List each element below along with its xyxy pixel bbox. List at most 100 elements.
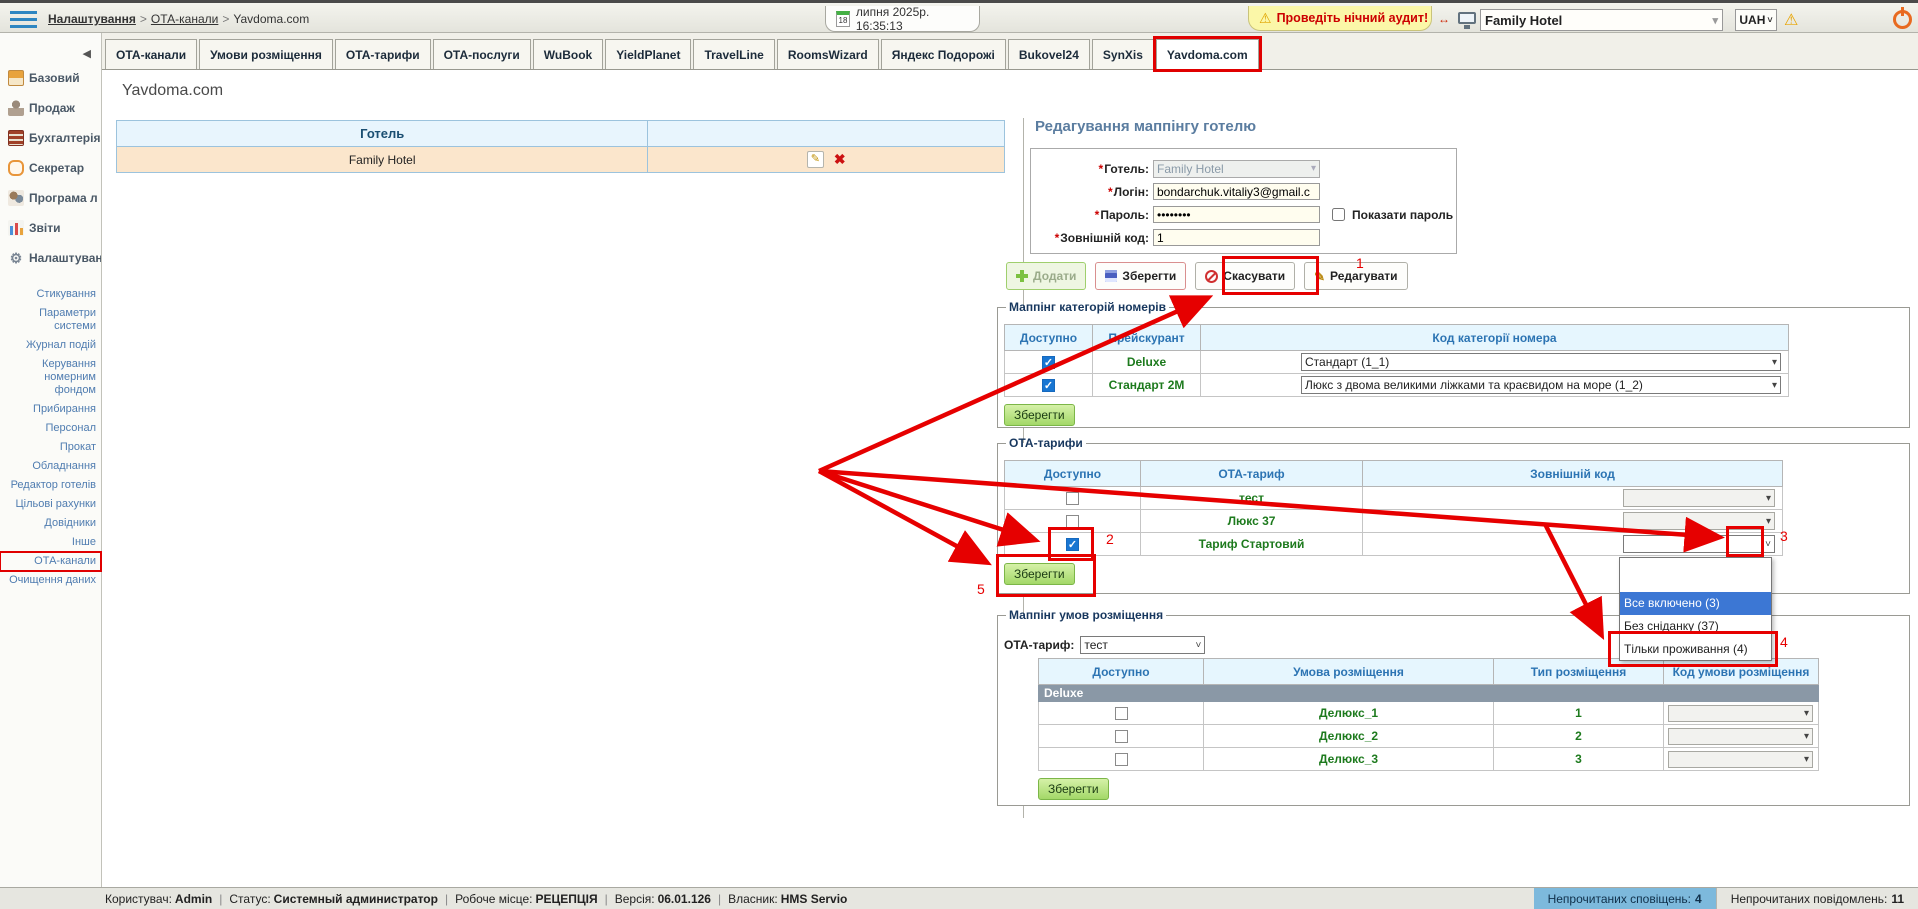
breadcrumb-ota-channels[interactable]: ОТА-канали xyxy=(151,12,218,26)
external-code-field[interactable] xyxy=(1153,229,1320,246)
available-checkbox[interactable] xyxy=(1042,379,1055,392)
show-password-label: Показати пароль xyxy=(1352,208,1453,222)
add-button[interactable]: Додати xyxy=(1006,262,1086,290)
sidebar-item-staff[interactable]: Персонал xyxy=(0,419,101,438)
save-placement-mapping-button[interactable]: Зберегти xyxy=(1038,778,1109,800)
breadcrumb-separator: > xyxy=(222,12,229,26)
sidebar-item-ota-channels[interactable]: ОТА-канали xyxy=(0,552,101,571)
status-version: Версія:06.01.126 xyxy=(615,892,721,906)
sidebar-item-other[interactable]: Інше xyxy=(0,533,101,552)
sidebar-item-room-fund[interactable]: Керування номерним фондом xyxy=(0,355,101,400)
house-icon xyxy=(8,70,24,86)
tab-wubook[interactable]: WuBook xyxy=(533,39,603,69)
tab-ota-tariffs[interactable]: ОТА-тарифи xyxy=(335,39,431,69)
available-checkbox[interactable] xyxy=(1066,538,1079,551)
tab-placement-terms[interactable]: Умови розміщення xyxy=(199,39,333,69)
placement-code-select[interactable]: ▾ xyxy=(1668,705,1813,722)
ota-tariffs-section: ОТА-тарифи Доступно ОТА-тариф Зовнішній … xyxy=(997,436,1910,594)
tab-bukovel24[interactable]: Bukovel24 xyxy=(1008,39,1090,69)
sync-arrows-icon[interactable]: ↔ xyxy=(1438,12,1450,26)
tab-ota-channels[interactable]: ОТА-канали xyxy=(105,39,197,69)
cancel-button[interactable]: Скасувати xyxy=(1195,262,1295,290)
currency-value: UAH xyxy=(1739,13,1765,27)
hotel-field-select[interactable]: Family Hotel ▾ xyxy=(1153,160,1320,178)
ledger-icon xyxy=(8,130,24,146)
table-row: Deluxe Стандарт (1_1)▾ xyxy=(1005,351,1789,374)
placement-term-column-header: Умова розміщення xyxy=(1204,659,1494,685)
room-code-select[interactable]: Стандарт (1_1)▾ xyxy=(1301,353,1781,371)
top-bar: Налаштування>ОТА-канали>Yavdoma.com 18 л… xyxy=(0,0,1918,33)
hotel-selector[interactable]: Family Hotel ▾ xyxy=(1480,9,1723,31)
save-room-mapping-button[interactable]: Зберегти xyxy=(1004,404,1075,426)
sidebar-module-basic[interactable]: Базовий xyxy=(0,63,101,93)
available-checkbox[interactable] xyxy=(1042,356,1055,369)
tab-yieldplanet[interactable]: YieldPlanet xyxy=(605,39,691,69)
unread-messages-badge[interactable]: Непрочитаних повідомлень:11 xyxy=(1716,888,1918,909)
ota-tariff-filter-select[interactable]: тест˅ xyxy=(1080,636,1205,654)
room-category-mapping-section: Маппінг категорій номерів Доступно Прейс… xyxy=(997,300,1910,428)
tariff-name: тест xyxy=(1141,487,1363,510)
available-checkbox[interactable] xyxy=(1115,707,1128,720)
external-code-select-open[interactable]: ˅ xyxy=(1623,535,1775,553)
sidebar-item-equipment[interactable]: Обладнання xyxy=(0,457,101,476)
save-button[interactable]: Зберегти xyxy=(1095,262,1186,290)
currency-selector[interactable]: UAH ˅ xyxy=(1735,9,1777,31)
sidebar-item-data-cleanup[interactable]: Очищення даних xyxy=(0,571,101,590)
sidebar-module-settings[interactable]: Налаштуван xyxy=(0,243,101,273)
sidebar-module-accounting[interactable]: Бухгалтерія xyxy=(0,123,101,153)
save-ota-tariffs-button[interactable]: Зберегти xyxy=(1004,563,1075,585)
warning-triangle-icon[interactable]: ⚠ xyxy=(1784,10,1798,30)
show-password-toggle[interactable]: Показати пароль xyxy=(1328,205,1453,224)
sidebar-module-secretary[interactable]: Секретар xyxy=(0,153,101,183)
tab-yandex-travel[interactable]: Яндекс Подорожі xyxy=(881,39,1006,69)
available-checkbox[interactable] xyxy=(1115,753,1128,766)
sidebar: ◀ Базовий Продаж Бухгалтерія Секретар Пр… xyxy=(0,33,102,887)
sidebar-item-target-accounts[interactable]: Цільові рахунки xyxy=(0,495,101,514)
sidebar-item-rental[interactable]: Прокат xyxy=(0,438,101,457)
external-code-select[interactable]: ▾ xyxy=(1623,512,1775,530)
sidebar-collapse-icon[interactable]: ◀ xyxy=(83,47,91,60)
sidebar-module-reports[interactable]: Звіти xyxy=(0,213,101,243)
sidebar-item-directories[interactable]: Довідники xyxy=(0,514,101,533)
pricelist-column-header: Прейскурант xyxy=(1093,325,1201,351)
placement-code-select[interactable]: ▾ xyxy=(1668,728,1813,745)
placement-code-select[interactable]: ▾ xyxy=(1668,751,1813,768)
login-field[interactable] xyxy=(1153,183,1320,200)
tab-ota-services[interactable]: ОТА-послуги xyxy=(433,39,531,69)
dropdown-option-all-inclusive[interactable]: Все включено (3) xyxy=(1620,592,1771,615)
room-category-mapping-legend: Маппінг категорій номерів xyxy=(1006,300,1169,314)
sidebar-item-docking[interactable]: Стикування xyxy=(0,285,101,304)
night-audit-warning[interactable]: ⚠ Проведіть нічний аудит! xyxy=(1248,6,1432,31)
delete-icon[interactable] xyxy=(834,151,846,168)
dropdown-option-no-breakfast[interactable]: Без сніданку (37) xyxy=(1620,615,1771,638)
hamburger-menu-icon[interactable] xyxy=(10,11,37,28)
date-time-display[interactable]: 18 липня 2025р. 16:35:13 xyxy=(825,6,980,32)
dropdown-option-blank[interactable] xyxy=(1620,558,1771,592)
available-checkbox[interactable] xyxy=(1066,492,1079,505)
tab-synxis[interactable]: SynXis xyxy=(1092,39,1154,69)
power-logout-icon[interactable] xyxy=(1893,10,1912,29)
chevron-down-icon: ˅ xyxy=(1767,15,1772,25)
placement-type-value: 3 xyxy=(1494,748,1664,771)
sidebar-module-sales[interactable]: Продаж xyxy=(0,93,101,123)
tab-yavdoma[interactable]: Yavdoma.com xyxy=(1156,39,1259,69)
sidebar-item-hotel-editor[interactable]: Редактор готелів xyxy=(0,476,101,495)
sidebar-item-event-log[interactable]: Журнал подій xyxy=(0,336,101,355)
edit-icon[interactable] xyxy=(807,151,824,168)
breadcrumb-settings[interactable]: Налаштування xyxy=(48,12,136,26)
tab-roomswizard[interactable]: RoomsWizard xyxy=(777,39,879,69)
password-field[interactable] xyxy=(1153,206,1320,223)
unread-notifications-badge[interactable]: Непрочитаних сповіщень:4 xyxy=(1534,888,1716,909)
sidebar-item-system-params[interactable]: Параметри системи xyxy=(0,304,101,336)
sidebar-module-loyalty[interactable]: Програма л xyxy=(0,183,101,213)
sidebar-item-housekeeping[interactable]: Прибирання xyxy=(0,400,101,419)
show-password-checkbox[interactable] xyxy=(1332,208,1345,221)
available-checkbox[interactable] xyxy=(1066,515,1079,528)
available-column-header: Доступно xyxy=(1005,325,1093,351)
tab-travelline[interactable]: TravelLine xyxy=(693,39,774,69)
monitor-icon[interactable] xyxy=(1458,12,1476,24)
external-code-select[interactable]: ▾ xyxy=(1623,489,1775,507)
available-checkbox[interactable] xyxy=(1115,730,1128,743)
dropdown-option-room-only[interactable]: Тільки проживання (4) xyxy=(1620,638,1771,661)
room-code-select[interactable]: Люкс з двома великими ліжками та краєвид… xyxy=(1301,376,1781,394)
